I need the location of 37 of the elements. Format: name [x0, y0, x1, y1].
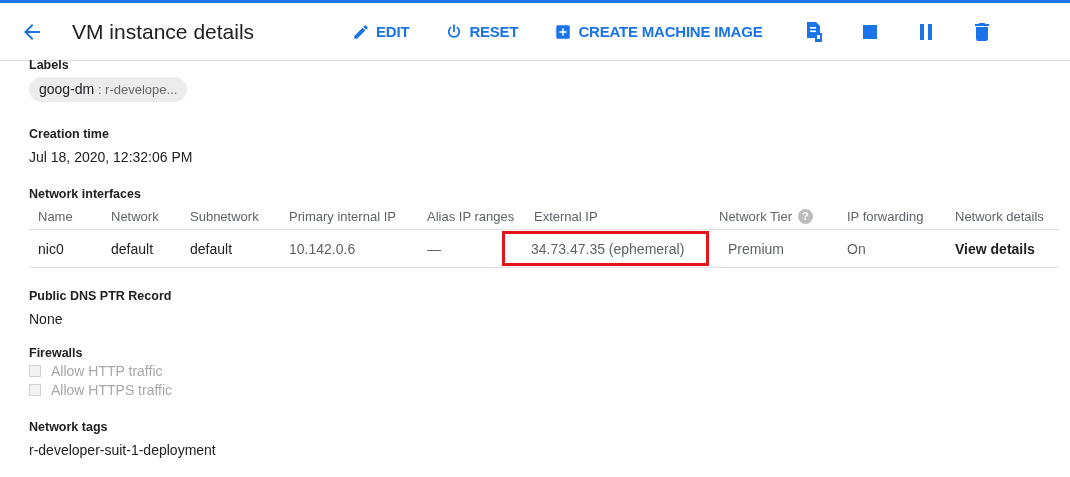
section-heading: Network interfaces — [29, 186, 142, 202]
column-header: Primary internal IP — [288, 208, 397, 226]
checkbox-label: Allow HTTP traffic — [51, 362, 163, 379]
network-tag: r-developer-suit-1-deployment — [29, 441, 1070, 459]
table-cell-text: nic0 — [37, 239, 65, 259]
section-heading: Labels — [29, 57, 70, 73]
column-header: Subnetwork — [189, 208, 260, 226]
add-box-icon — [554, 22, 573, 41]
table-cell-text: — — [426, 239, 442, 259]
section-heading: Public DNS PTR Record — [29, 288, 173, 304]
table-cell-text: default — [110, 239, 155, 259]
column-header: Network Tier — [719, 209, 792, 224]
table-cell-text: default — [189, 239, 234, 259]
label-value: : r-develope... — [96, 82, 178, 97]
dns-value: None — [29, 310, 64, 328]
column-header: Alias IP ranges — [426, 208, 516, 226]
table-cell: 34.73.47.35 (ephemeral) — [501, 230, 710, 267]
column-header: Network — [110, 208, 160, 226]
column-header: Network details — [954, 208, 1045, 226]
label-key: goog-dm — [39, 81, 95, 97]
create-button[interactable]: CREATE MACHINE IMAGE — [554, 16, 763, 47]
column-header: External IP — [533, 208, 599, 226]
page-title: VM instance details — [72, 19, 256, 44]
table-cell-text: On — [846, 239, 867, 259]
pencil-icon — [352, 22, 370, 41]
table-cell-text: Premium — [727, 239, 785, 259]
edit-button[interactable]: EDIT — [352, 16, 410, 47]
view-details-link[interactable]: View details — [946, 230, 1059, 267]
reset-button[interactable]: RESET — [445, 16, 519, 47]
section-heading: Network tags — [29, 419, 109, 435]
table-cell-text: 10.142.0.6 — [288, 239, 357, 259]
section-heading: Firewalls — [29, 345, 84, 361]
column-header: IP forwarding — [846, 208, 925, 226]
creation-time: Jul 18, 2020, 12:32:06 PM — [29, 148, 194, 166]
column-header: Name — [37, 208, 74, 226]
section-heading: Creation time — [29, 126, 110, 142]
checkbox-label: Allow HTTPS traffic — [51, 381, 173, 398]
